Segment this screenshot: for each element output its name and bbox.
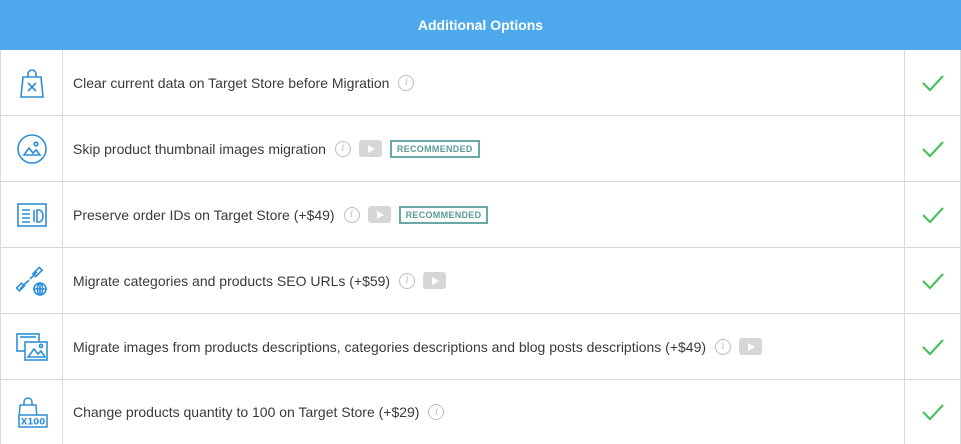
option-row-preserve-order-ids: Preserve order IDs on Target Store (+$49…	[0, 182, 961, 248]
option-label-cell: Change products quantity to 100 on Targe…	[63, 380, 904, 444]
info-icon[interactable]: i	[398, 74, 415, 91]
option-row-description-images: Migrate images from products description…	[0, 314, 961, 380]
option-row-clear-data: Clear current data on Target Store befor…	[0, 50, 961, 116]
checkmark-icon	[921, 338, 944, 356]
recommended-badge: RECOMMENDED	[389, 139, 480, 158]
option-label-cell: Migrate categories and products SEO URLs…	[63, 248, 904, 313]
option-label: Migrate images from products description…	[73, 338, 707, 355]
option-label-cell: Preserve order IDs on Target Store (+$49…	[63, 182, 904, 247]
bag-x-icon	[19, 68, 44, 98]
panel-header: Additional Options	[0, 0, 961, 50]
info-icon[interactable]: i	[715, 338, 732, 355]
option-checkbox[interactable]	[904, 50, 960, 115]
option-icon-cell	[1, 248, 63, 313]
panel-title: Additional Options	[417, 17, 544, 33]
svg-text:X100: X100	[20, 418, 44, 428]
additional-options-panel: Additional Options Clear current data on…	[0, 0, 961, 444]
id-card-icon	[16, 202, 47, 227]
option-icon-cell	[1, 314, 63, 379]
option-label: Preserve order IDs on Target Store (+$49…	[73, 206, 335, 223]
option-checkbox[interactable]	[904, 182, 960, 247]
option-row-skip-thumbnails: Skip product thumbnail images migration …	[0, 116, 961, 182]
option-checkbox[interactable]	[904, 116, 960, 181]
option-label: Change products quantity to 100 on Targe…	[73, 404, 420, 420]
checkmark-icon	[921, 404, 944, 421]
option-label-cell: Skip product thumbnail images migration …	[63, 116, 904, 181]
video-play-icon[interactable]	[423, 272, 447, 289]
option-icon-cell	[1, 50, 63, 115]
bag-x100-icon: X100	[17, 397, 48, 428]
images-stack-icon	[15, 332, 48, 361]
info-icon[interactable]: i	[343, 206, 360, 223]
option-icon-cell	[1, 182, 63, 247]
option-checkbox[interactable]	[904, 248, 960, 313]
info-icon[interactable]: i	[334, 140, 351, 157]
option-label: Skip product thumbnail images migration	[73, 140, 326, 157]
info-icon[interactable]: i	[428, 404, 445, 420]
video-play-icon[interactable]	[367, 206, 391, 223]
checkmark-icon	[921, 206, 944, 224]
option-label: Clear current data on Target Store befor…	[73, 74, 390, 91]
option-checkbox[interactable]	[904, 380, 960, 444]
option-icon-cell	[1, 116, 63, 181]
image-circle-icon	[16, 133, 47, 164]
video-play-icon[interactable]	[358, 140, 382, 157]
option-label-cell: Clear current data on Target Store befor…	[63, 50, 904, 115]
option-label: Migrate categories and products SEO URLs…	[73, 272, 391, 289]
option-row-quantity-100: X100 Change products quantity to 100 on …	[0, 380, 961, 444]
option-icon-cell: X100	[1, 380, 63, 444]
recommended-badge: RECOMMENDED	[398, 205, 489, 224]
seo-link-globe-icon	[14, 265, 47, 296]
option-row-seo-urls: Migrate categories and products SEO URLs…	[0, 248, 961, 314]
info-icon[interactable]: i	[399, 272, 416, 289]
option-checkbox[interactable]	[904, 314, 960, 379]
checkmark-icon	[921, 140, 944, 158]
checkmark-icon	[921, 272, 944, 290]
option-label-cell: Migrate images from products description…	[63, 314, 904, 379]
checkmark-icon	[921, 74, 944, 92]
video-play-icon[interactable]	[739, 338, 763, 355]
